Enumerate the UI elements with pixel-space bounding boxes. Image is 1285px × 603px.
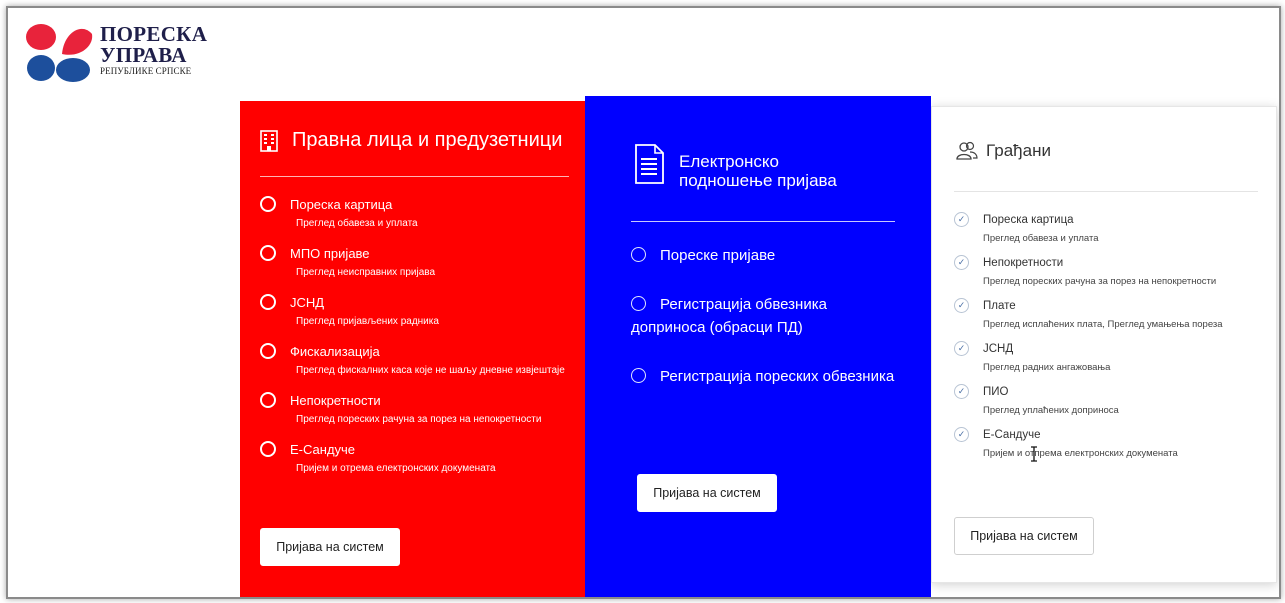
list-item[interactable]: Регистрација обвезника доприноса (обрасц… — [631, 293, 901, 339]
item-label: Пореска картица — [290, 196, 393, 212]
list-item[interactable]: Регистрација пореских обвезника — [631, 365, 901, 388]
radio-circle-icon — [260, 245, 276, 261]
item-label: Регистрација пореских обвезника — [660, 368, 895, 385]
radio-circle-icon — [631, 296, 646, 311]
check-circle-icon: ✓ — [954, 384, 969, 399]
page-frame: ПОРЕСКА УПРАВА РЕПУБЛИКЕ СРПСКЕ Правна л… — [6, 6, 1281, 599]
logo-mark-icon — [26, 24, 93, 82]
electronic-submission-login-button[interactable]: Пријава на систем — [637, 474, 777, 512]
item-label: Фискализација — [290, 343, 380, 359]
check-circle-icon: ✓ — [954, 298, 969, 313]
divider — [631, 221, 895, 222]
title-line-1: Електронско — [679, 152, 780, 171]
item-description: Преглед фискалних каса које не шаљу днев… — [296, 365, 565, 376]
list-item[interactable]: ЈСНД Преглед пријављених радника — [260, 294, 580, 330]
item-description: Преглед неисправних пријава — [296, 267, 436, 278]
list-item[interactable]: Е-Сандуче Пријем и отрема електронских д… — [260, 441, 580, 477]
item-label: Регистрација обвезника доприноса (обрасц… — [631, 296, 827, 336]
divider — [954, 191, 1258, 192]
item-label: Пореске пријаве — [660, 247, 776, 264]
electronic-submission-header: Електронско подношење пријава — [633, 144, 837, 190]
item-label: Е-Сандуче — [983, 428, 1041, 441]
item-description: Преглед пореских рачуна за порез на непо… — [296, 414, 542, 425]
item-label: Непокретности — [983, 256, 1064, 269]
item-label: Непокретности — [290, 392, 381, 408]
list-item[interactable]: ✓ Пореска картица Преглед обавеза и уплат… — [954, 212, 1274, 244]
list-item[interactable]: ✓ Непокретности Преглед пореских рачуна з… — [954, 255, 1274, 287]
list-item[interactable]: ✓ ЈСНД Преглед радних ангажовања — [954, 341, 1274, 373]
citizens-card: Грађани ✓ Пореска картица Преглед обавеза… — [931, 106, 1277, 583]
check-circle-icon: ✓ — [954, 427, 969, 442]
item-description: Преглед радних ангажовања — [983, 362, 1111, 373]
electronic-submission-list: Пореске пријаве Регистрација обвезника д… — [631, 244, 901, 414]
title-line-2: подношење пријава — [679, 171, 837, 190]
list-item[interactable]: МПО пријаве Преглед неисправних пријава — [260, 245, 580, 281]
citizens-login-button[interactable]: Пријава на систем — [954, 517, 1094, 555]
item-description: Преглед пореских рачуна за порез на непо… — [983, 276, 1217, 287]
legal-entities-header: Правна лица и предузетници — [260, 129, 562, 152]
building-icon — [260, 129, 278, 152]
item-description: Преглед уплаћених доприноса — [983, 405, 1119, 416]
text-cursor-icon — [1031, 446, 1037, 462]
legal-entities-list: Пореска картица Преглед обавеза и уплата… — [260, 196, 580, 490]
electronic-submission-title: Електронско подношење пријава — [679, 152, 837, 190]
citizens-title: Грађани — [986, 141, 1051, 160]
legal-entities-login-button[interactable]: Пријава на систем — [260, 528, 400, 566]
item-description: Преглед обавеза и уплата — [296, 218, 418, 229]
electronic-submission-card: Електронско подношење пријава Пореске пр… — [585, 96, 931, 597]
item-label: ЈСНД — [983, 342, 1014, 355]
item-label: ПИО — [983, 385, 1009, 398]
legal-entities-card: Правна лица и предузетници Пореска карти… — [240, 101, 589, 597]
list-item[interactable]: Пореске пријаве — [631, 244, 901, 267]
divider — [260, 176, 569, 177]
item-label: Пореска картица — [983, 213, 1074, 226]
radio-circle-icon — [260, 441, 276, 457]
check-circle-icon: ✓ — [954, 255, 969, 270]
item-description: Пријем и отпрема електронских докумената — [983, 448, 1178, 459]
item-label: Плате — [983, 299, 1016, 312]
radio-circle-icon — [260, 392, 276, 408]
logo-line-2: УПРАВА — [100, 43, 187, 67]
item-description: Преглед обавеза и уплата — [983, 233, 1099, 244]
list-item[interactable]: ✓ ПИО Преглед уплаћених доприноса — [954, 384, 1274, 416]
list-item[interactable]: Непокретности Преглед пореских рачуна за… — [260, 392, 580, 428]
radio-circle-icon — [260, 343, 276, 359]
item-label: Е-Сандуче — [290, 441, 356, 457]
item-description: Преглед исплаћених плата, Преглед умањењ… — [983, 319, 1223, 330]
list-item[interactable]: ✓ Плате Преглед исплаћених плата, Преглед… — [954, 298, 1274, 330]
list-item[interactable]: Пореска картица Преглед обавеза и уплата — [260, 196, 580, 232]
tax-administration-logo[interactable]: ПОРЕСКА УПРАВА РЕПУБЛИКЕ СРПСКЕ — [26, 16, 226, 88]
legal-entities-title: Правна лица и предузетници — [292, 129, 563, 151]
radio-circle-icon — [631, 368, 646, 383]
users-icon — [956, 141, 978, 160]
citizens-list: ✓ Пореска картица Преглед обавеза и уплат… — [954, 212, 1274, 470]
list-item[interactable]: ✓ Е-Сандуче Пријем и отпрема електронских… — [954, 427, 1274, 459]
item-description: Пријем и отрема електронских докумената — [296, 463, 496, 474]
check-circle-icon: ✓ — [954, 212, 969, 227]
check-circle-icon: ✓ — [954, 341, 969, 356]
item-label: МПО пријаве — [290, 245, 370, 261]
logo-line-3: РЕПУБЛИКЕ СРПСКЕ — [100, 66, 192, 76]
citizens-header: Грађани — [956, 141, 1051, 161]
item-label: ЈСНД — [290, 294, 325, 310]
radio-circle-icon — [260, 196, 276, 212]
list-item[interactable]: Фискализација Преглед фискалних каса кој… — [260, 343, 580, 379]
item-description: Преглед пријављених радника — [296, 316, 439, 327]
radio-circle-icon — [631, 247, 646, 262]
document-icon — [635, 144, 664, 184]
radio-circle-icon — [260, 294, 276, 310]
